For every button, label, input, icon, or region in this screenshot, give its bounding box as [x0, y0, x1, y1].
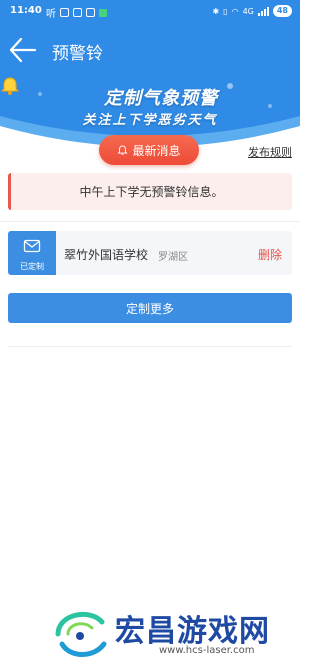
page-title: 预警铃 [52, 44, 103, 64]
watermark: 宏昌游戏网 www.hcs-laser.com [40, 598, 280, 662]
delete-button[interactable]: 删除 [258, 246, 282, 263]
latest-news-label: 最新消息 [132, 143, 181, 158]
app-icon [86, 8, 95, 17]
arrow-left-icon [9, 37, 37, 63]
status-time: 11:40 [10, 5, 42, 16]
envelope-icon [23, 239, 41, 253]
bluetooth-icon: ✱ [212, 6, 220, 16]
wifi-icon: ◠ [231, 6, 239, 16]
app-leaf-icon [99, 8, 107, 17]
subscription-status: 已定制 [20, 262, 44, 271]
warning-notice: 中午上下学无预警铃信息。 [8, 173, 292, 210]
banner-subtitle: 关注上下学恶劣天气 [82, 113, 218, 128]
school-name: 翠竹外国语学校 [64, 248, 149, 262]
bell-icon [117, 144, 129, 155]
signal-type-label: 4G [242, 6, 254, 16]
customize-more-button[interactable]: 定制更多 [8, 293, 292, 323]
status-right-icons: ✱ ▯ ◠ 4G 48 [212, 5, 292, 17]
vibrate-icon: ▯ [223, 6, 228, 16]
back-button[interactable] [8, 36, 38, 64]
notice-text: 中午上下学无预警铃信息。 [79, 185, 224, 199]
subscription-item: 已定制 翠竹外国语学校 罗湖区 删除 [8, 231, 292, 275]
status-bar: 11:40 听 ✱ ▯ ◠ 4G 48 [0, 0, 300, 24]
carrier-label: 听 [46, 9, 56, 20]
latest-news-badge: 最新消息 [99, 135, 199, 165]
message-icon [73, 8, 82, 17]
school-district: 罗湖区 [158, 252, 188, 263]
status-left-icons: 听 [46, 5, 107, 20]
divider [0, 221, 300, 222]
watermark-title: 宏昌游戏网 [115, 614, 270, 649]
battery-icon: 48 [272, 5, 292, 17]
nav-bar: 预警铃 [0, 24, 300, 76]
notification-icon [60, 8, 69, 17]
banner-title: 定制气象预警 [104, 88, 218, 109]
signal-icon [257, 6, 269, 16]
watermark-url: www.hcs-laser.com [159, 645, 255, 656]
subscription-status-tile: 已定制 [8, 231, 56, 275]
publish-rules-link[interactable]: 发布规则 [248, 144, 292, 160]
divider [8, 346, 292, 347]
site-logo-icon [55, 611, 107, 657]
